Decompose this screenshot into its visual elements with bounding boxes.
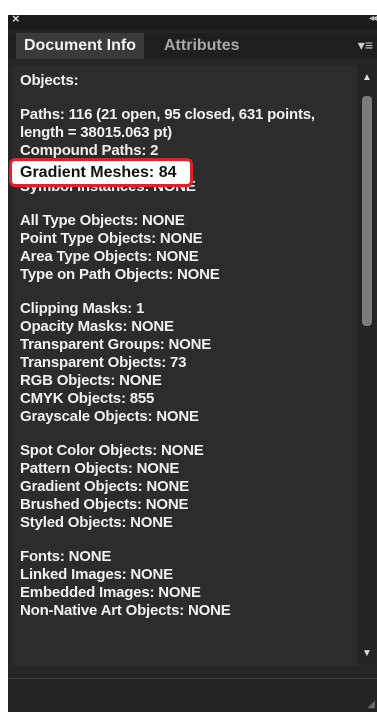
info-line: Embedded Images: NONE (20, 584, 201, 601)
info-line: Gradient Objects: NONE (20, 478, 189, 495)
close-icon[interactable]: × (12, 12, 20, 26)
tab-document-info[interactable]: Document Info (16, 33, 144, 59)
scroll-thumb[interactable] (362, 96, 372, 326)
info-line: length = 38015.063 pt) (20, 124, 172, 141)
info-line: Area Type Objects: NONE (20, 248, 199, 265)
info-line: Spot Color Objects: NONE (20, 442, 204, 459)
info-line: Clipping Masks: 1 (20, 300, 145, 317)
info-line: Paths: 116 (21 open, 95 closed, 631 poin… (20, 106, 315, 123)
scroll-up-icon[interactable]: ▲ (359, 70, 375, 86)
info-line: RGB Objects: NONE (20, 372, 162, 389)
info-line: Fonts: NONE (20, 548, 112, 565)
info-group-fonts: Fonts: NONE Linked Images: NONE Embedded… (12, 548, 357, 620)
panel-tabs: Document Info Attributes (8, 33, 377, 59)
info-line: Objects: (20, 72, 79, 89)
info-line: Point Type Objects: NONE (20, 230, 203, 247)
vertical-scrollbar[interactable]: ▲ ▼ (359, 66, 375, 666)
info-line: Brushed Objects: NONE (20, 496, 189, 513)
info-line: All Type Objects: NONE (20, 212, 185, 229)
info-group-masks: Clipping Masks: 1 Opacity Masks: NONE Tr… (12, 300, 357, 426)
info-line: Transparent Groups: NONE (20, 336, 212, 353)
panel-titlebar[interactable] (8, 15, 377, 30)
info-group-spot: Spot Color Objects: NONE Pattern Objects… (12, 442, 357, 532)
info-line: CMYK Objects: 855 (20, 390, 155, 407)
info-line: Transparent Objects: 73 (20, 354, 187, 371)
tab-attributes[interactable]: Attributes (156, 33, 248, 59)
collapse-icon[interactable]: ◂◂ (369, 13, 377, 24)
resize-grip-icon[interactable]: ◢ (367, 699, 375, 710)
document-info-content: Objects: Paths: 116 (21 open, 95 closed,… (12, 66, 357, 666)
panel-footer: ◢ (8, 678, 377, 712)
scroll-down-icon[interactable]: ▼ (359, 646, 375, 662)
gradient-meshes-highlight: Gradient Meshes: 84 (9, 158, 193, 187)
info-line: Linked Images: NONE (20, 566, 173, 583)
info-line: Grayscale Objects: NONE (20, 408, 199, 425)
highlight-label: Gradient Meshes: 84 (20, 164, 177, 181)
info-line: Type on Path Objects: NONE (20, 266, 220, 283)
info-line: Non-Native Art Objects: NONE (20, 602, 231, 619)
info-group-objects: Objects: (12, 72, 357, 90)
info-line: Opacity Masks: NONE (20, 318, 174, 335)
info-line: Pattern Objects: NONE (20, 460, 180, 477)
panel-menu-icon[interactable]: ▾≡ (358, 38, 373, 52)
info-group-type: All Type Objects: NONE Point Type Object… (12, 212, 357, 284)
info-line: Styled Objects: NONE (20, 514, 173, 531)
